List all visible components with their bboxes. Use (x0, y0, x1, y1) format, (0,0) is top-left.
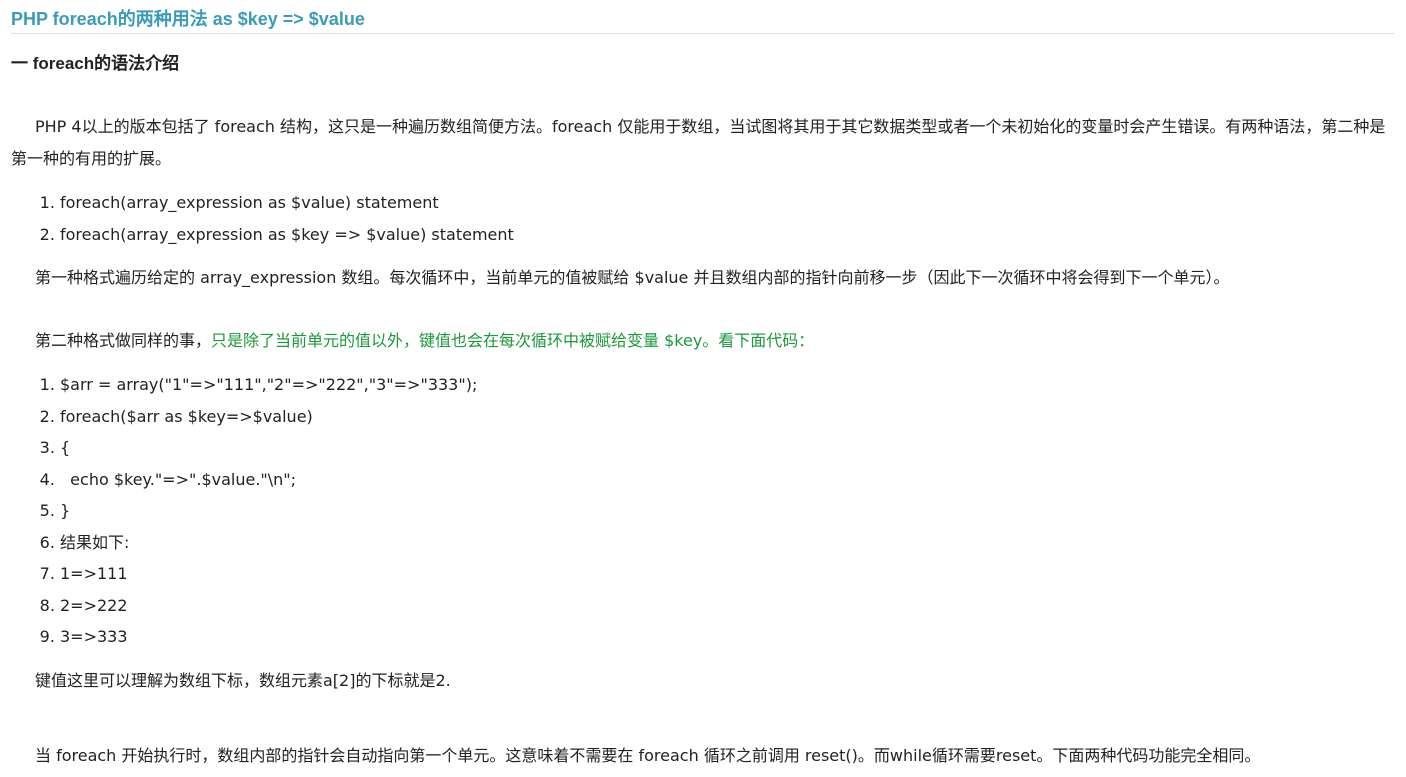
title-bar: PHP foreach的两种用法 as $key => $value (11, 0, 1394, 34)
code-line: 9. 3=>333 (11, 621, 477, 653)
code-line-text: 结果如下: (60, 532, 130, 552)
code-line-number: 7. (39, 564, 55, 583)
key-paragraph-text: 键值这里可以理解为数组下标，数组元素a[2]的下标就是2. (35, 671, 451, 690)
intro-paragraph: PHP 4以上的版本包括了 foreach 结构，这只是一种遍历数组简便方法。f… (11, 111, 1394, 175)
code-line-number: 6. (39, 532, 55, 552)
code-line-number: 9. (39, 627, 55, 646)
article-page: PHP foreach的两种用法 as $key => $value 一 for… (0, 0, 1406, 777)
intro-paragraph-text: PHP 4以上的版本包括了 foreach 结构，这只是一种遍历数组简便方法。f… (11, 117, 1386, 168)
pointer-paragraph: 当 foreach 开始执行时，数组内部的指针会自动指向第一个单元。这意味着不需… (11, 740, 1394, 772)
code-line-number: 8. (39, 595, 55, 615)
syntax-list-item: 2. foreach(array_expression as $key => $v… (11, 219, 514, 251)
pointer-paragraph-text: 当 foreach 开始执行时，数组内部的指针会自动指向第一个单元。这意味着不需… (35, 746, 1261, 765)
code-line-number: 4. (39, 469, 55, 489)
code-line: 7. 1=>111 (11, 558, 477, 590)
code-line-text: } (60, 501, 71, 520)
code-line: 5.} (11, 495, 477, 527)
syntax-list-item: 1. foreach(array_expression as $value) st… (11, 187, 514, 219)
code-line-number: 5. (39, 501, 55, 520)
code-line: 2. foreach($arr as $key=>$value) (11, 401, 477, 433)
code-line-text: 1=>111 (60, 564, 128, 583)
syntax-list-item-number: 1. (39, 193, 55, 212)
format-one-paragraph: 第一种格式遍历给定的 array_expression 数组。每次循环中，当前单… (11, 262, 1394, 294)
code-line-number: 2. (39, 406, 55, 426)
syntax-list: 1. foreach(array_expression as $value) st… (11, 187, 514, 250)
code-line-text: 2=>222 (60, 595, 128, 615)
code-line-number: 3. (39, 438, 55, 457)
code-line: 6. 结果如下: (11, 527, 477, 559)
format-two-highlight: 只是除了当前单元的值以外，键值也会在每次循环中被赋给变量 $key。看下面代码： (211, 331, 815, 350)
code-line: 8. 2=>222 (11, 590, 477, 622)
syntax-list-item-text: foreach(array_expression as $value) stat… (60, 193, 439, 212)
page-title[interactable]: PHP foreach的两种用法 as $key => $value (11, 8, 1394, 30)
format-two-prefix: 第二种格式做同样的事， (35, 331, 212, 350)
code-line-text: echo $key."=>".$value."\n"; (60, 469, 297, 489)
syntax-list-item-number: 2. (39, 224, 55, 244)
code-line-text: 3=>333 (60, 627, 128, 646)
key-paragraph: 键值这里可以理解为数组下标，数组元素a[2]的下标就是2. (11, 665, 1394, 697)
code-line-text: { (60, 438, 71, 457)
code-line-number: 1. (39, 375, 55, 394)
syntax-list-item-text: foreach(array_expression as $key => $val… (60, 224, 514, 244)
code-line: 4. echo $key."=>".$value."\n"; (11, 464, 477, 496)
code-line: 3. { (11, 432, 477, 464)
code-line: 1. $arr = array("1"=>"111","2"=>"222","3"… (11, 369, 478, 401)
section-heading: 一 foreach的语法介绍 (11, 54, 180, 73)
code-example-list: 1. $arr = array("1"=>"111","2"=>"222","3"… (11, 369, 478, 653)
format-one-text: 第一种格式遍历给定的 array_expression 数组。每次循环中，当前单… (35, 268, 1230, 287)
format-two-paragraph: 第二种格式做同样的事，只是除了当前单元的值以外，键值也会在每次循环中被赋给变量 … (11, 325, 1394, 357)
code-line-text: $arr = array("1"=>"111","2"=>"222","3"=>… (60, 375, 478, 394)
code-line-text: foreach($arr as $key=>$value) (60, 406, 313, 426)
